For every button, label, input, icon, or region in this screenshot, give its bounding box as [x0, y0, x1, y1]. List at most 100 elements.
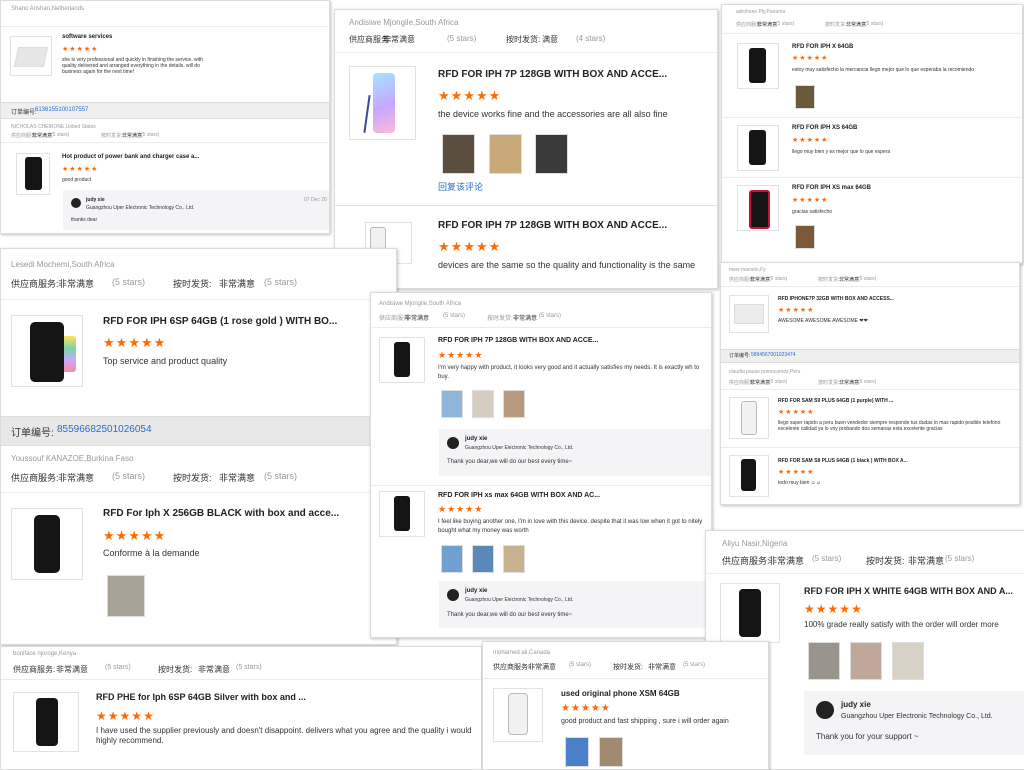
reply-company: Guangzhou Uper Electronic Technology Co.…	[465, 445, 574, 451]
review-photo[interactable]	[107, 575, 145, 617]
rating-stars	[438, 350, 483, 361]
divider	[1, 299, 396, 300]
shipping-label: 按时发货:	[866, 556, 905, 566]
order-number-link[interactable]: 6136155100107557	[35, 107, 88, 113]
product-thumbnail[interactable]	[737, 125, 779, 171]
product-title[interactable]: RFD FOR IPH 6SP 64GB (1 rose gold ) WITH…	[103, 316, 337, 327]
order-label: 订单编号:	[11, 110, 37, 116]
divider	[721, 286, 1019, 287]
stars-count: (5 stars)	[569, 662, 592, 668]
review-card-peru: mew marvelo,Fy 供应商服务: 非常满意 (5 stars) 按时发…	[720, 262, 1020, 505]
order-number-link[interactable]: 85596682501026054	[57, 424, 152, 435]
divider	[721, 447, 1019, 448]
product-thumbnail[interactable]	[13, 692, 79, 752]
rating-stars	[792, 196, 828, 204]
product-title[interactable]: RFD FOR SAM S9 PLUS 64GB (1 purple) WITH…	[778, 398, 893, 404]
product-thumbnail[interactable]	[720, 583, 780, 643]
product-thumbnail[interactable]	[729, 455, 769, 497]
product-title[interactable]: RFD FOR IPH xs max 64GB WITH BOX AND AC.…	[438, 492, 600, 499]
order-number-link[interactable]: 5894567001023474	[751, 352, 796, 358]
avatar	[816, 701, 834, 719]
product-thumbnail[interactable]	[349, 66, 416, 140]
product-thumbnail[interactable]	[10, 36, 52, 76]
review-photo[interactable]	[441, 545, 463, 573]
avatar	[71, 198, 81, 208]
product-title[interactable]: RFD FOR IPH 7P 128GB WITH BOX AND ACCE..…	[438, 69, 667, 80]
supplier-label: 供应商服务:	[13, 665, 56, 674]
divider	[371, 327, 711, 328]
phone-image	[394, 496, 410, 531]
divider	[335, 52, 717, 53]
supplier-rating: 非常满意	[768, 556, 805, 566]
shipping-label: 按时发货:	[158, 665, 193, 674]
product-title[interactable]: RFD PHE for Iph 6SP 64GB Silver with box…	[96, 692, 306, 702]
product-title[interactable]: RFD FOR IPH X WHITE 64GB WITH BOX AND A.…	[804, 586, 1013, 596]
review-photo[interactable]	[795, 85, 815, 109]
review-photo[interactable]	[565, 737, 589, 767]
product-title[interactable]: RFD IPHONE7P 32GB WITH BOX AND ACCESS...	[778, 296, 894, 302]
review-photo[interactable]	[850, 642, 882, 680]
review-text: AWESOME AWESOME AWESOME ❤❤	[778, 318, 868, 324]
rating-stars	[103, 335, 166, 351]
review-text: llego muy bien y es mejor que lo que esp…	[792, 149, 891, 155]
product-thumbnail[interactable]	[379, 491, 425, 537]
shipping-label: 按时发货:	[818, 380, 840, 386]
divider	[706, 573, 1024, 574]
product-title[interactable]: RFD For Iph X 256GB BLACK with box and a…	[103, 508, 339, 519]
review-photo[interactable]	[503, 545, 525, 573]
review-photo[interactable]	[441, 390, 463, 418]
buyer-name: NICHOLAS CHEIRONE,United States	[11, 124, 96, 130]
review-text: I have used the supplier previously and …	[96, 726, 472, 745]
review-photo[interactable]	[489, 134, 522, 174]
product-thumbnail[interactable]	[729, 295, 769, 333]
review-photo[interactable]	[472, 545, 494, 573]
buyer-name: Shano Anshan,Netherlands	[11, 6, 85, 12]
product-title[interactable]: Hot product of power bank and charger ca…	[62, 154, 199, 160]
product-thumbnail[interactable]	[11, 508, 83, 580]
avatar	[447, 589, 459, 601]
divider	[1, 679, 481, 680]
review-photo[interactable]	[442, 134, 475, 174]
review-photo[interactable]	[795, 225, 815, 249]
stars-count: (5 stars)	[443, 313, 466, 319]
order-label: 订单编号:	[729, 353, 751, 359]
avatar	[447, 437, 459, 449]
shipping-label: 按时发货:	[818, 277, 840, 283]
product-title[interactable]: RFD FOR IPH XS max 64GB	[792, 185, 871, 191]
product-thumbnail[interactable]	[493, 688, 543, 742]
product-title[interactable]: RFD FOR IPH 7P 128GB WITH BOX AND ACCE..…	[438, 337, 598, 344]
review-photo[interactable]	[892, 642, 924, 680]
product-thumbnail[interactable]	[11, 315, 83, 387]
reply-text: Thank you for your support ~	[816, 732, 919, 741]
product-title[interactable]: software services	[62, 34, 112, 40]
rating-stars	[778, 408, 814, 416]
product-title[interactable]: RFD FOR IPH 7P 128GB WITH BOX AND ACCE..…	[438, 220, 667, 231]
review-card-andisiwe-2: Andisiwe Mjongile,South Africa 供应商服务: 非常…	[370, 292, 712, 638]
stars-count: (5 stars)	[264, 277, 298, 287]
order-label: 订单编号:	[11, 428, 54, 439]
rating-stars	[62, 45, 98, 53]
divider	[483, 678, 768, 679]
product-title[interactable]: RFD FOR IPH XS 64GB	[792, 125, 857, 131]
product-thumbnail[interactable]	[737, 43, 779, 89]
stars-count: (5 stars)	[776, 21, 795, 27]
stars-count: (5 stars)	[141, 132, 160, 138]
product-title[interactable]: used original phone XSM 64GB	[561, 689, 680, 698]
rating-stars	[62, 165, 98, 173]
product-thumbnail[interactable]	[379, 337, 425, 383]
product-title[interactable]: RFD FOR SAM S8 PLUS 64GB (1 black ) WITH…	[778, 458, 908, 464]
review-photo[interactable]	[503, 390, 525, 418]
review-photo[interactable]	[599, 737, 623, 767]
reply-date: 07 Dec 20	[304, 197, 327, 203]
stars-count: (5 stars)	[105, 664, 131, 671]
stars-count: (5 stars)	[112, 471, 146, 481]
phone-image	[749, 130, 766, 165]
product-thumbnail[interactable]	[729, 397, 769, 439]
product-thumbnail[interactable]	[16, 153, 50, 195]
review-photo[interactable]	[472, 390, 494, 418]
review-photo[interactable]	[808, 642, 840, 680]
review-photo[interactable]	[535, 134, 568, 174]
product-title[interactable]: RFD FOR IPH X 64GB	[792, 44, 853, 50]
reply-comment-link[interactable]: 回复该评论	[438, 180, 483, 193]
product-thumbnail[interactable]	[737, 185, 779, 231]
